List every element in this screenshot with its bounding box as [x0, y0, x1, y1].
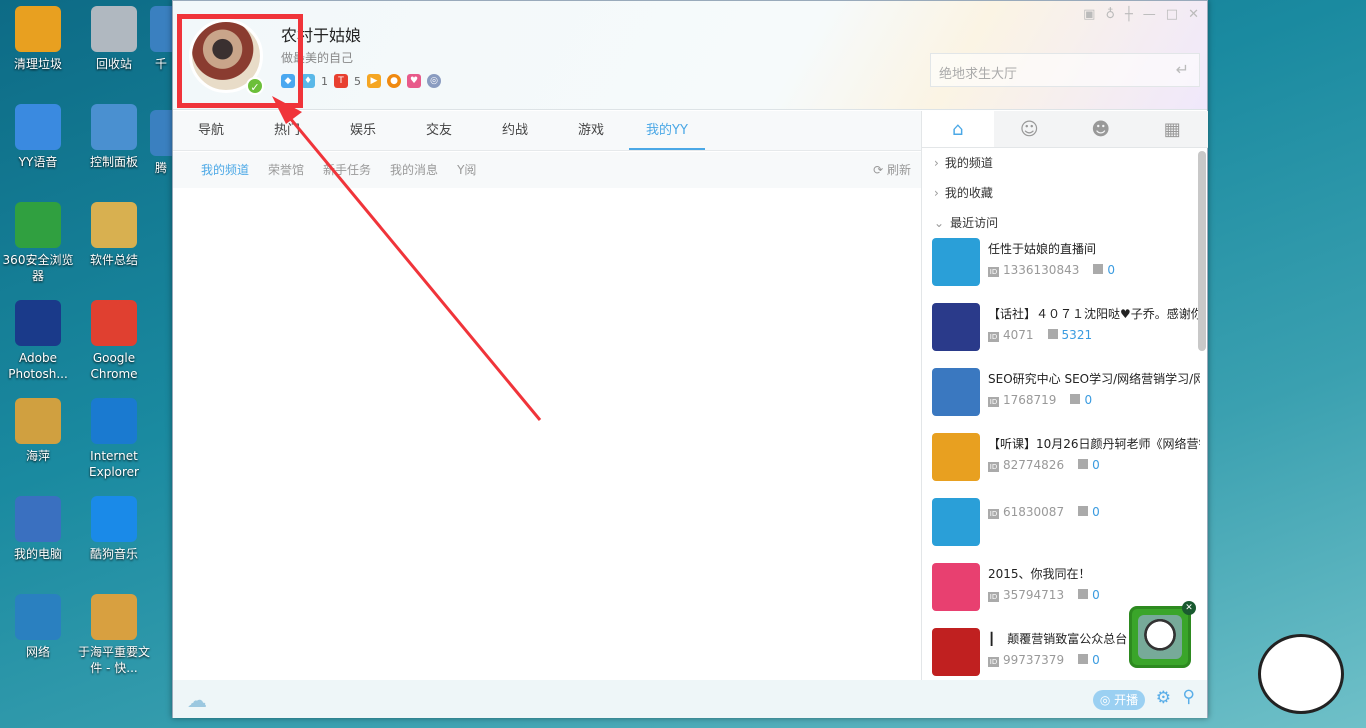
- game-ad-widget[interactable]: ✕: [1129, 601, 1196, 668]
- panda-mascot-icon[interactable]: [1258, 634, 1344, 714]
- close-ad-icon[interactable]: ✕: [1182, 601, 1196, 615]
- panda-image: [1138, 615, 1182, 659]
